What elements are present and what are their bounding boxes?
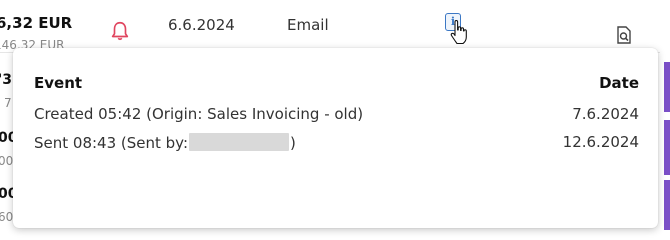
event-sent-prefix: Sent 08:43 (Sent by: [34,134,189,152]
redacted-sender [189,133,290,151]
row-fragment-amount: '3 [0,72,13,88]
row-fragment-sub: 60 [0,210,14,224]
event-date: 7.6.2024 [572,105,639,123]
hand-cursor-icon [450,20,467,45]
table-row[interactable]: 6,32 EUR 146,32 EUR 6.6.2024 Email i [0,0,660,53]
amount: 6,32 EUR [0,14,73,32]
event-sent-suffix: ) [290,134,296,152]
event-history-popup: Event Date Created 05:42 (Origin: Sales … [13,48,658,228]
document-preview-icon[interactable] [616,26,632,44]
event-date: 12.6.2024 [562,133,639,151]
row-fragment-sub: 7 [4,96,12,110]
row-channel: Email [287,16,329,34]
column-header-event: Event [34,74,83,92]
row-accent-bar [664,120,670,175]
bell-icon[interactable] [109,20,131,42]
row-fragment-sub: 00 [0,154,14,168]
column-header-date: Date [599,74,639,92]
row-accent-bar [664,180,670,230]
event-created: Created 05:42 (Origin: Sales Invoicing -… [34,105,364,123]
row-date: 6.6.2024 [168,16,235,34]
row-accent-bar [664,62,670,112]
event-sent: Sent 08:43 (Sent by:) [34,133,296,152]
